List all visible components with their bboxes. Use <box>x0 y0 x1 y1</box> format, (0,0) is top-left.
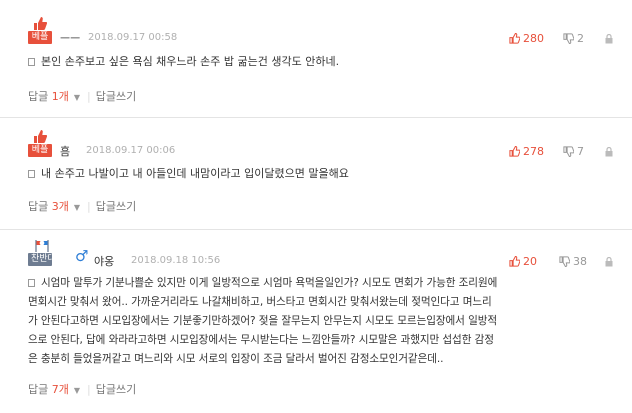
chevron-down-icon[interactable]: ▼ <box>74 386 80 395</box>
divider: | <box>87 383 91 396</box>
reply-toggle[interactable]: 답글 1개 <box>28 90 69 103</box>
thumbs-up-icon <box>509 32 521 44</box>
divider: | <box>87 200 91 213</box>
debate-badge: 찬반대결 <box>28 253 64 266</box>
report-lock-icon[interactable] <box>605 34 613 44</box>
downvote-button[interactable]: 7 <box>563 145 584 158</box>
badge-block: 찬반대결 <box>28 240 64 266</box>
downvote-count: 7 <box>577 145 584 158</box>
downvote-count: 2 <box>577 32 584 45</box>
thumbs-up-icon <box>509 145 521 157</box>
comment-text: 본인 손주보고 싶은 욕심 채우느라 손주 밥 굶는건 생각도 안하네. <box>28 52 339 71</box>
upvote-count: 280 <box>523 32 544 45</box>
comment-item: 찬반대결 ♂ 야옹 2018.09.18 10:56 20 38 시엄마 말투가… <box>0 230 632 413</box>
comment-item: 베플 ㅡㅡ 2018.09.17 00:58 280 2 본인 손주보고 싶은 … <box>0 0 632 118</box>
comment-date: 2018.09.17 00:58 <box>88 32 178 43</box>
comment-nickname[interactable]: 야옹 <box>94 253 114 269</box>
comment-nickname[interactable]: 흠 <box>60 143 70 159</box>
chevron-down-icon[interactable]: ▼ <box>74 93 80 102</box>
upvote-count: 20 <box>523 255 537 268</box>
report-lock-icon[interactable] <box>605 147 613 157</box>
document-icon <box>28 170 35 178</box>
upvote-count: 278 <box>523 145 544 158</box>
upvote-button[interactable]: 280 <box>509 32 544 45</box>
thumbs-up-badge-icon <box>34 130 47 143</box>
comment-actions: 답글 7개 ▼ | 답글쓰기 <box>28 381 136 397</box>
downvote-count: 38 <box>573 255 587 268</box>
upvote-button[interactable]: 20 <box>509 255 537 268</box>
downvote-button[interactable]: 2 <box>563 32 584 45</box>
thumbs-down-icon <box>563 33 575 45</box>
reply-toggle[interactable]: 답글 3개 <box>28 200 69 213</box>
reply-toggle[interactable]: 답글 7개 <box>28 383 69 396</box>
write-reply-link[interactable]: 답글쓰기 <box>96 383 136 396</box>
thumbs-up-icon <box>509 255 521 267</box>
thumbs-down-icon <box>559 256 571 268</box>
badge-block: 베플 <box>28 17 52 44</box>
badge-block: 베플 <box>28 130 52 157</box>
report-lock-icon[interactable] <box>605 257 613 267</box>
comment-actions: 답글 1개 ▼ | 답글쓰기 <box>28 88 136 104</box>
comment-date: 2018.09.18 10:56 <box>131 255 221 266</box>
downvote-button[interactable]: 38 <box>559 255 587 268</box>
male-icon: ♂ <box>75 247 89 265</box>
document-icon <box>28 279 35 287</box>
upvote-button[interactable]: 278 <box>509 145 544 158</box>
comment-actions: 답글 3개 ▼ | 답글쓰기 <box>28 198 136 214</box>
comment-text: 시엄마 말투가 기분나쁠순 있지만 이게 일방적으로 시엄마 욕먹을일인가? 시… <box>28 277 498 365</box>
comment-text: 내 손주고 나발이고 내 아들인데 내맘이라고 입이달렸으면 말을해요 <box>28 164 349 183</box>
write-reply-link[interactable]: 답글쓰기 <box>96 200 136 213</box>
divider: | <box>87 90 91 103</box>
thumbs-down-icon <box>563 146 575 158</box>
document-icon <box>28 58 35 66</box>
thumbs-up-badge-icon <box>34 17 47 30</box>
comment-nickname[interactable]: ㅡㅡ <box>60 30 80 46</box>
flag-icon <box>35 240 49 252</box>
best-badge: 베플 <box>28 144 52 157</box>
chevron-down-icon[interactable]: ▼ <box>74 203 80 212</box>
write-reply-link[interactable]: 답글쓰기 <box>96 90 136 103</box>
comment-item: 베플 흠 2018.09.17 00:06 278 7 내 손주고 나발이고 내… <box>0 118 632 230</box>
comment-date: 2018.09.17 00:06 <box>86 145 176 156</box>
best-badge: 베플 <box>28 31 52 44</box>
